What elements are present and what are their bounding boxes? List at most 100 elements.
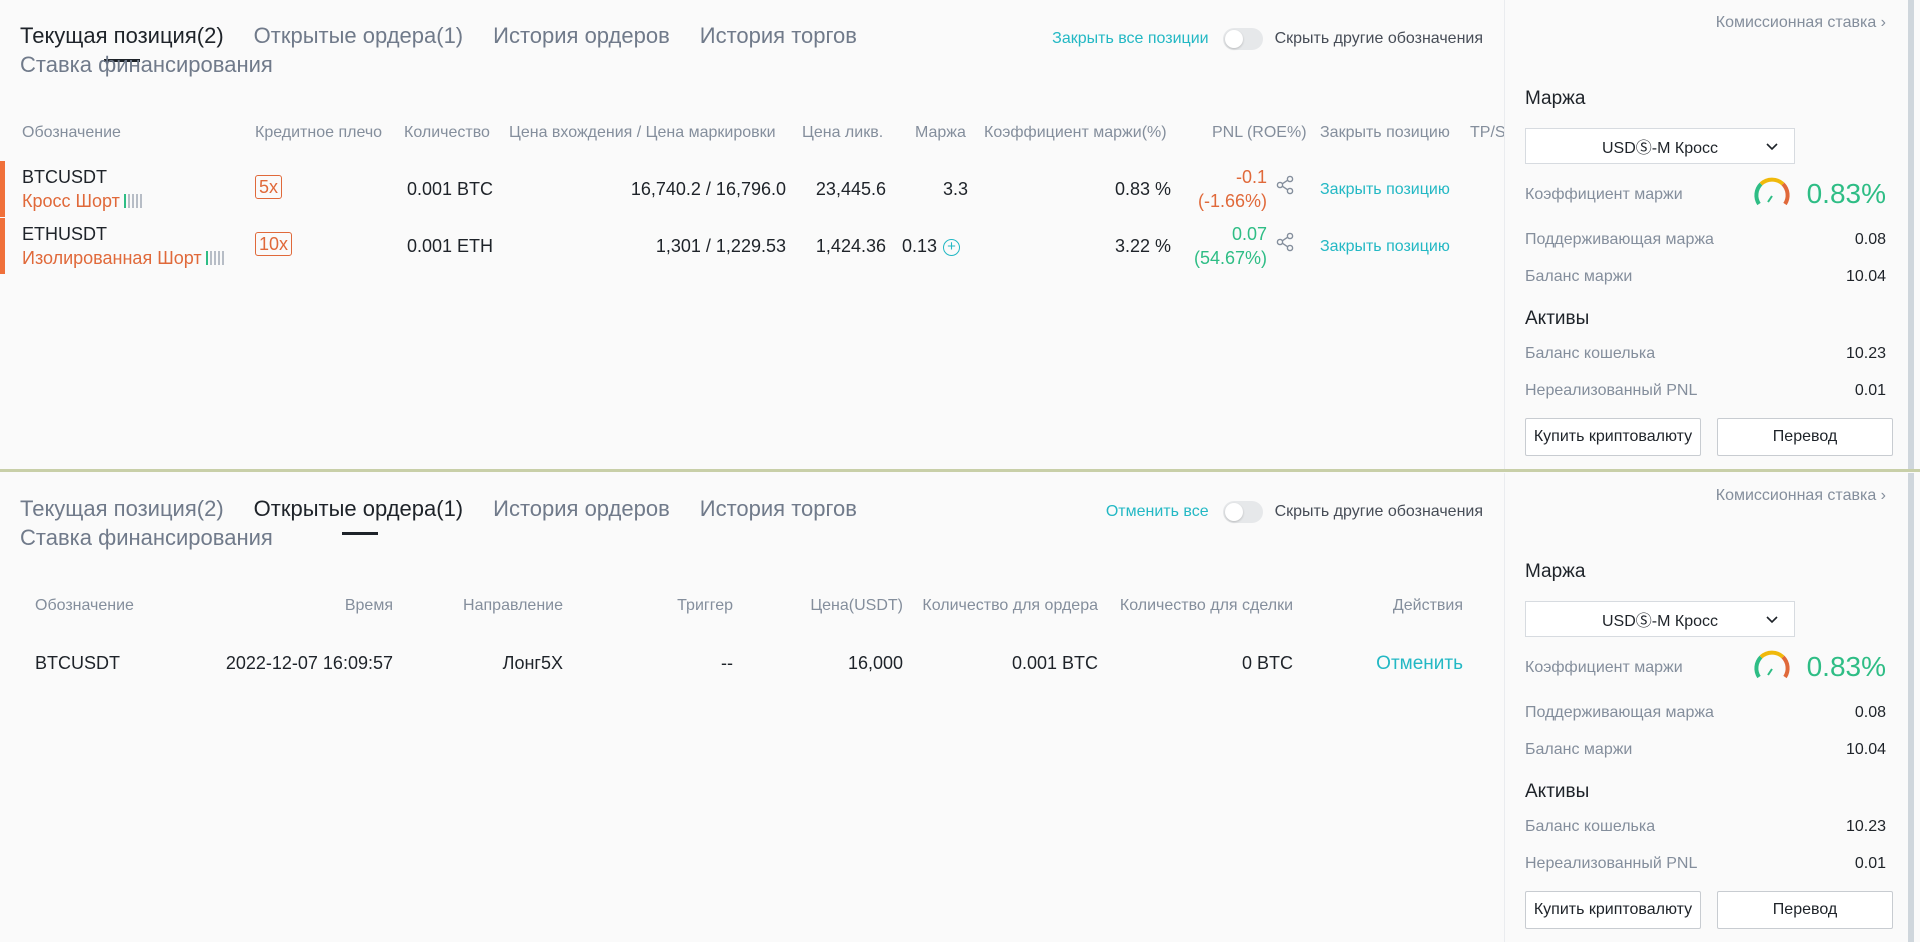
margin-balance-value: 10.04: [1845, 741, 1886, 758]
add-margin-icon[interactable]: +: [943, 239, 961, 256]
chevron-right-icon: ›: [1880, 487, 1886, 504]
cancel-order-link[interactable]: Отменить: [1376, 653, 1463, 675]
account-side-panel: Комиссионная ставка › Маржа USDⓈ-M Кросс…: [1504, 473, 1914, 942]
hide-other-symbols-toggle[interactable]: [1222, 28, 1263, 50]
unrealized-pnl-label: Нереализованный PNL: [1525, 382, 1698, 399]
cancel-all-link[interactable]: Отменить все: [1106, 503, 1209, 521]
account-side-panel: Комиссионная ставка › Маржа USDⓈ-M Кросс…: [1504, 0, 1914, 470]
close-all-positions-link[interactable]: Закрыть все позиции: [1052, 30, 1208, 48]
leverage-value: 10x: [255, 232, 293, 256]
position-type-label: Кросс Шорт: [22, 191, 120, 211]
order-symbol[interactable]: BTCUSDT: [35, 653, 120, 674]
margin-balance-value: 10.04: [1845, 268, 1886, 285]
col-actions: Действия: [1392, 597, 1463, 614]
tab-open-orders[interactable]: Открытые ордера(1): [254, 22, 464, 50]
scrollbar[interactable]: [1908, 473, 1914, 942]
roe-value: (54.67%): [1193, 248, 1267, 268]
close-position-link[interactable]: Закрыть позицию: [1320, 181, 1450, 199]
col-symbol: Обозначение: [35, 597, 134, 614]
fee-rate-label: Комиссионная ставка: [1715, 14, 1877, 31]
panel-divider: [0, 469, 1920, 472]
col-liq-price: Цена ликв.: [802, 124, 884, 141]
scrollbar[interactable]: [1908, 0, 1914, 470]
col-close-position: Закрыть позицию: [1320, 124, 1450, 141]
tab-open-orders[interactable]: Открытые ордера(1): [254, 495, 464, 523]
adl-indicator-icon: [205, 249, 226, 270]
table-actions: Отменить все Скрыть другие обозначения: [1106, 501, 1483, 523]
tab-funding-rate[interactable]: Ставка финансирования: [20, 524, 273, 552]
position-margin: 3.3: [942, 179, 968, 199]
tab-trade-history[interactable]: История торгов: [700, 22, 857, 50]
liq-price: 1,424.36: [815, 236, 886, 256]
table-row: BTCUSDT Кросс Шорт 5x 0.001 BTC 16,740.2…: [0, 161, 1503, 217]
wallet-balance-label: Баланс кошелька: [1525, 345, 1656, 362]
pnl-value: -0.1: [1235, 167, 1267, 187]
margin-ratio: 0.83 %: [1114, 179, 1171, 199]
table-row: BTCUSDT 2022-12-07 16:09:57 Лонг5X -- 16…: [0, 645, 1503, 701]
fee-rate-link[interactable]: Комиссионная ставка ›: [1716, 487, 1886, 505]
margin-mode-value: USDⓈ-M Кросс: [1601, 613, 1718, 630]
tab-order-history[interactable]: История ордеров: [493, 22, 670, 50]
leverage-badge[interactable]: 10x: [255, 232, 293, 256]
transfer-button[interactable]: Перевод: [1717, 418, 1893, 456]
order-quantity: 0.001 BTC: [1011, 653, 1098, 673]
transfer-button[interactable]: Перевод: [1717, 891, 1893, 929]
filled-quantity: 0 BTC: [1241, 653, 1293, 673]
tab-bar: Текущая позиция(2) Открытые ордера(1) Исто…: [20, 495, 1020, 523]
order-direction: Лонг5X: [502, 653, 563, 673]
position-margin: 0.13: [902, 236, 938, 256]
position-symbol[interactable]: BTCUSDT: [22, 167, 107, 188]
maint-margin-label: Поддерживающая маржа: [1525, 231, 1714, 248]
position-type: Изолированная Шорт: [22, 248, 226, 270]
wallet-balance-value: 10.23: [1845, 345, 1886, 362]
margin-balance-label: Баланс маржи: [1525, 268, 1633, 285]
margin-gauge-icon: [1754, 650, 1790, 679]
buy-crypto-button[interactable]: Купить криптовалюту: [1525, 418, 1701, 456]
share-icon[interactable]: [1275, 232, 1295, 257]
col-pnl: PNL (ROE%): [1212, 124, 1307, 141]
col-quantity: Количество: [404, 124, 490, 141]
close-position-link[interactable]: Закрыть позицию: [1320, 238, 1450, 256]
assets-title: Активы: [1525, 308, 1590, 329]
buy-crypto-button[interactable]: Купить криптовалюту: [1525, 891, 1701, 929]
margin-ratio-value: 0.83%: [1806, 651, 1886, 682]
col-trigger: Триггер: [677, 597, 733, 614]
wallet-balance-label: Баланс кошелька: [1525, 818, 1656, 835]
col-time: Время: [344, 597, 393, 614]
hide-other-symbols-toggle[interactable]: [1222, 501, 1263, 523]
order-price: 16,000: [847, 653, 903, 673]
hide-other-symbols-label: Скрыть другие обозначения: [1274, 503, 1483, 520]
wallet-balance-value: 10.23: [1845, 818, 1886, 835]
order-time: 2022-12-07 16:09:57: [225, 653, 393, 673]
tab-current-position[interactable]: Текущая позиция(2): [20, 495, 224, 523]
col-order-qty: Количество для ордера: [922, 597, 1098, 614]
tab-current-position[interactable]: Текущая позиция(2): [20, 22, 224, 50]
margin-title: Маржа: [1525, 561, 1586, 582]
tab-funding-rate[interactable]: Ставка финансирования: [20, 51, 273, 79]
position-type: Кросс Шорт: [22, 191, 144, 213]
margin-mode-select[interactable]: USDⓈ-M Кросс: [1525, 601, 1795, 637]
leverage-badge[interactable]: 5x: [255, 175, 283, 199]
position-type-label: Изолированная Шорт: [22, 248, 202, 268]
positions-panel: Текущая позиция(2) Открытые ордера(1) Исто…: [0, 0, 1920, 470]
margin-balance-label: Баланс маржи: [1525, 741, 1633, 758]
position-symbol[interactable]: ETHUSDT: [22, 224, 107, 245]
col-symbol: Обозначение: [22, 124, 121, 141]
liq-price: 23,445.6: [815, 179, 886, 199]
share-icon[interactable]: [1275, 175, 1295, 200]
leverage-value: 5x: [255, 175, 283, 199]
tab-trade-history[interactable]: История торгов: [700, 495, 857, 523]
hide-other-symbols-label: Скрыть другие обозначения: [1274, 30, 1483, 47]
margin-title: Маржа: [1525, 88, 1586, 109]
col-price: Цена(USDT): [810, 597, 903, 614]
unrealized-pnl-value: 0.01: [1854, 382, 1886, 399]
unrealized-pnl-label: Нереализованный PNL: [1525, 855, 1698, 872]
col-tp-sl: TP/S: [1470, 124, 1506, 141]
col-leverage: Кредитное плечо: [255, 124, 383, 141]
fee-rate-link[interactable]: Комиссионная ставка ›: [1716, 14, 1886, 32]
margin-mode-select[interactable]: USDⓈ-M Кросс: [1525, 128, 1795, 164]
tab-order-history[interactable]: История ордеров: [493, 495, 670, 523]
col-margin: Маржа: [915, 124, 966, 141]
order-trigger: --: [721, 653, 733, 673]
table-row: ETHUSDT Изолированная Шорт 10x 0.001 ETH…: [0, 218, 1503, 274]
